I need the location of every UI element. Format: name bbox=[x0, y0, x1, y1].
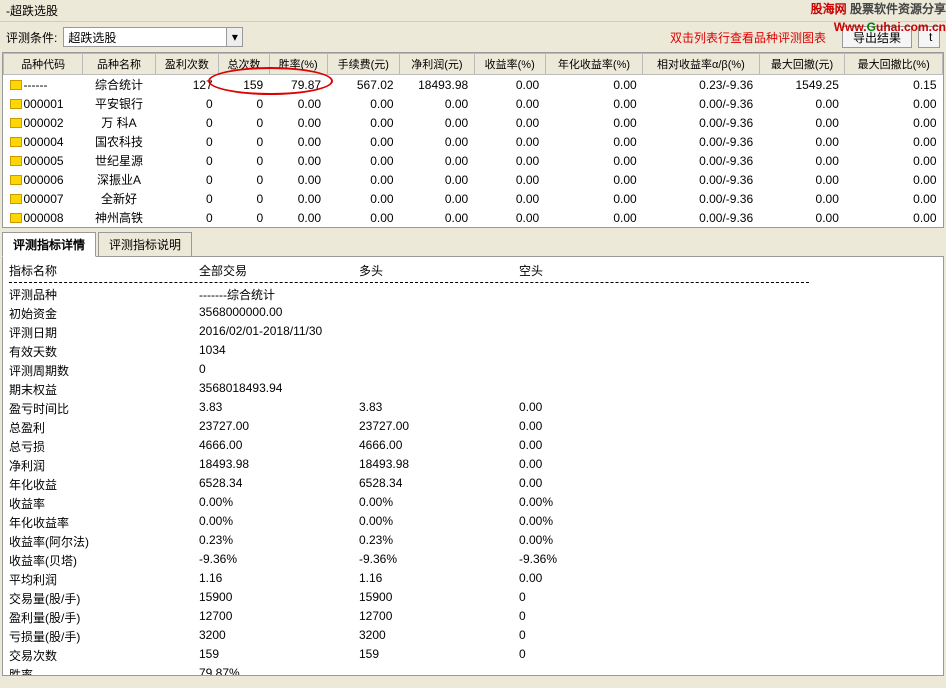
detail-row: 净利润18493.9818493.980.00 bbox=[9, 456, 937, 475]
detail-row: 评测周期数0 bbox=[9, 361, 937, 380]
folder-icon bbox=[10, 118, 22, 128]
detail-row: 胜率79.87% bbox=[9, 665, 937, 676]
column-header[interactable]: 品种代码 bbox=[4, 54, 83, 75]
detail-row: 交易量(股/手)15900159000 bbox=[9, 589, 937, 608]
chevron-down-icon[interactable]: ▾ bbox=[226, 28, 242, 46]
detail-row: 初始资金3568000000.00 bbox=[9, 304, 937, 323]
detail-row: 盈利量(股/手)12700127000 bbox=[9, 608, 937, 627]
column-header[interactable]: 盈利次数 bbox=[155, 54, 219, 75]
detail-row: 收益率(贝塔)-9.36%-9.36%-9.36% bbox=[9, 551, 937, 570]
detail-row: 年化收益6528.346528.340.00 bbox=[9, 475, 937, 494]
condition-value: 超跌选股 bbox=[64, 29, 226, 46]
folder-icon bbox=[10, 80, 22, 90]
folder-icon bbox=[10, 175, 22, 185]
column-header[interactable]: 最大回撤(元) bbox=[759, 54, 845, 75]
table-row[interactable]: 000004国农科技000.000.000.000.000.000.00/-9.… bbox=[4, 132, 943, 151]
condition-combo[interactable]: 超跌选股 ▾ bbox=[63, 27, 243, 47]
table-row[interactable]: 000007全新好000.000.000.000.000.000.00/-9.3… bbox=[4, 189, 943, 208]
column-header[interactable]: 相对收益率α/β(%) bbox=[643, 54, 759, 75]
detail-row: 盈亏时间比3.833.830.00 bbox=[9, 399, 937, 418]
button-2[interactable]: t bbox=[918, 26, 940, 48]
column-header[interactable]: 手续费(元) bbox=[327, 54, 400, 75]
detail-row: 期末权益3568018493.94 bbox=[9, 380, 937, 399]
column-header[interactable]: 最大回撤比(%) bbox=[845, 54, 943, 75]
column-header[interactable]: 品种名称 bbox=[83, 54, 155, 75]
toolbar: 评测条件: 超跌选股 ▾ 双击列表行查看品种评测图表 导出结果 t bbox=[0, 22, 946, 52]
column-header[interactable]: 年化收益率(%) bbox=[545, 54, 643, 75]
table-row[interactable]: 000005世纪星源000.000.000.000.000.000.00/-9.… bbox=[4, 151, 943, 170]
table-row[interactable]: 000002万 科A000.000.000.000.000.000.00/-9.… bbox=[4, 113, 943, 132]
detail-row: 平均利润1.161.160.00 bbox=[9, 570, 937, 589]
detail-row: 总亏损4666.004666.000.00 bbox=[9, 437, 937, 456]
condition-label: 评测条件: bbox=[6, 29, 57, 46]
table-row[interactable]: 000006深振业A000.000.000.000.000.000.00/-9.… bbox=[4, 170, 943, 189]
tab-explain[interactable]: 评测指标说明 bbox=[98, 232, 192, 257]
column-header[interactable]: 胜率(%) bbox=[269, 54, 327, 75]
detail-row: 评测日期2016/02/01-2018/11/30 bbox=[9, 323, 937, 342]
detail-row: 亏损量(股/手)320032000 bbox=[9, 627, 937, 646]
results-table[interactable]: 品种代码品种名称盈利次数总次数胜率(%)手续费(元)净利润(元)收益率(%)年化… bbox=[3, 53, 943, 227]
table-row[interactable]: 000008神州高铁000.000.000.000.000.000.00/-9.… bbox=[4, 208, 943, 227]
folder-icon bbox=[10, 213, 22, 223]
detail-row: 年化收益率0.00%0.00%0.00% bbox=[9, 513, 937, 532]
detail-tabs: 评测指标详情 评测指标说明 bbox=[2, 232, 944, 257]
tab-detail[interactable]: 评测指标详情 bbox=[2, 232, 96, 257]
table-row[interactable]: 000001平安银行000.000.000.000.000.000.00/-9.… bbox=[4, 94, 943, 113]
results-table-wrap: 品种代码品种名称盈利次数总次数胜率(%)手续费(元)净利润(元)收益率(%)年化… bbox=[2, 52, 944, 228]
column-header[interactable]: 收益率(%) bbox=[474, 54, 545, 75]
folder-icon bbox=[10, 99, 22, 109]
folder-icon bbox=[10, 137, 22, 147]
export-button[interactable]: 导出结果 bbox=[842, 26, 912, 48]
detail-row: 交易次数1591590 bbox=[9, 646, 937, 665]
detail-row: 有效天数1034 bbox=[9, 342, 937, 361]
hint-text: 双击列表行查看品种评测图表 bbox=[670, 29, 826, 46]
divider bbox=[9, 282, 809, 283]
folder-icon bbox=[10, 156, 22, 166]
column-header[interactable]: 总次数 bbox=[219, 54, 269, 75]
folder-icon bbox=[10, 194, 22, 204]
detail-row: 收益率0.00%0.00%0.00% bbox=[9, 494, 937, 513]
detail-row: 收益率(阿尔法)0.23%0.23%0.00% bbox=[9, 532, 937, 551]
detail-panel: 指标名称 全部交易 多头 空头 评测品种-------综合统计初始资金35680… bbox=[2, 256, 944, 676]
detail-row: 总盈利23727.0023727.000.00 bbox=[9, 418, 937, 437]
detail-row: 评测品种-------综合统计 bbox=[9, 285, 937, 304]
table-row[interactable]: ------综合统计12715979.87567.0218493.980.000… bbox=[4, 75, 943, 95]
column-header[interactable]: 净利润(元) bbox=[400, 54, 475, 75]
detail-header: 指标名称 全部交易 多头 空头 bbox=[9, 261, 937, 280]
window-title: -超跌选股 bbox=[0, 0, 946, 22]
